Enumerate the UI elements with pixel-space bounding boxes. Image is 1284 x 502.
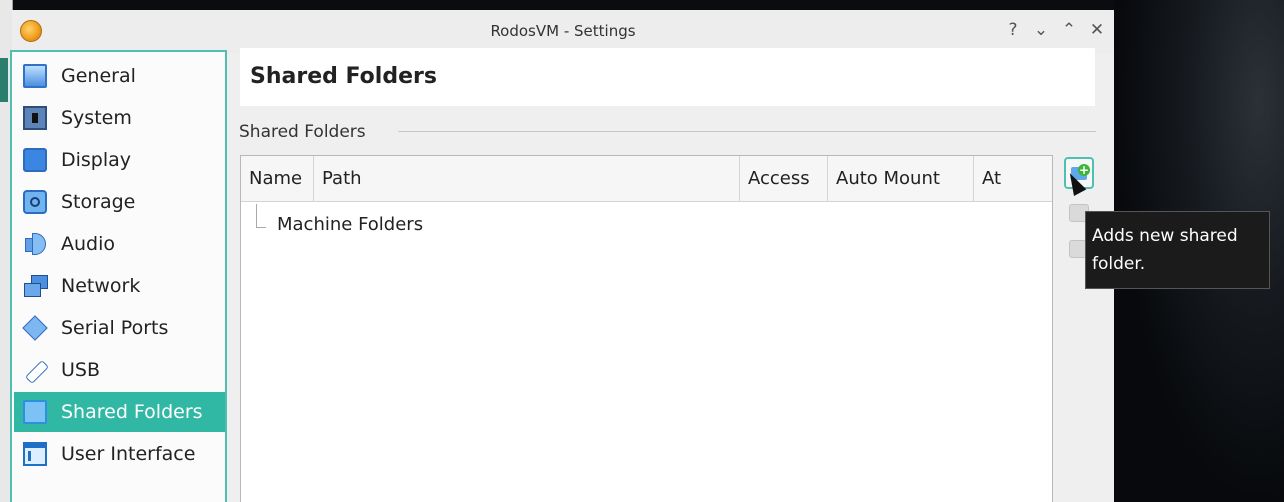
storage-icon bbox=[23, 190, 47, 214]
tooltip-line: Adds new shared bbox=[1092, 226, 1238, 246]
sidebar-item-label: System bbox=[61, 107, 132, 129]
serial-ports-icon bbox=[23, 316, 47, 340]
user-interface-icon bbox=[23, 442, 47, 466]
shared-folders-table[interactable]: Name Path Access Auto Mount At Machine F… bbox=[240, 155, 1053, 502]
display-icon bbox=[23, 148, 47, 172]
page-title: Shared Folders bbox=[250, 64, 437, 89]
settings-sidebar: General System Display Storage Audio Net… bbox=[10, 50, 227, 502]
sidebar-item-user-interface[interactable]: User Interface bbox=[14, 434, 225, 474]
sidebar-item-label: Network bbox=[61, 275, 141, 297]
sidebar-item-label: Shared Folders bbox=[61, 401, 203, 423]
sidebar-item-label: Storage bbox=[61, 191, 136, 213]
window-controls: ? ⌄ ⌃ ✕ bbox=[1004, 20, 1106, 40]
sidebar-item-serial-ports[interactable]: Serial Ports bbox=[14, 308, 225, 348]
column-header-access[interactable]: Access bbox=[740, 156, 828, 201]
page-header: Shared Folders bbox=[240, 48, 1095, 106]
group-box-divider bbox=[398, 131, 1096, 132]
general-icon bbox=[23, 64, 47, 88]
column-header-at[interactable]: At bbox=[974, 156, 1052, 201]
system-icon bbox=[23, 106, 47, 130]
sidebar-item-audio[interactable]: Audio bbox=[14, 224, 225, 264]
network-icon bbox=[23, 274, 48, 298]
column-header-path[interactable]: Path bbox=[314, 156, 740, 201]
sidebar-item-label: USB bbox=[61, 359, 101, 381]
tooltip: Adds new shared folder. bbox=[1085, 211, 1270, 289]
sidebar-item-storage[interactable]: Storage bbox=[14, 182, 225, 222]
sidebar-item-label: User Interface bbox=[61, 443, 196, 465]
background-window-accent bbox=[0, 58, 8, 102]
group-box-label: Shared Folders bbox=[239, 122, 366, 142]
plus-icon: + bbox=[1078, 163, 1090, 177]
close-button[interactable]: ✕ bbox=[1088, 20, 1106, 40]
column-header-name[interactable]: Name bbox=[241, 156, 314, 201]
sidebar-item-general[interactable]: General bbox=[14, 56, 225, 96]
column-header-auto-mount[interactable]: Auto Mount bbox=[828, 156, 974, 201]
tree-branch-line bbox=[256, 227, 266, 228]
sidebar-item-label: Serial Ports bbox=[61, 317, 169, 339]
sidebar-item-label: Audio bbox=[61, 233, 116, 255]
tree-branch-line bbox=[256, 204, 257, 228]
minimize-button[interactable]: ⌄ bbox=[1032, 20, 1050, 40]
help-button[interactable]: ? bbox=[1004, 20, 1022, 40]
audio-icon bbox=[23, 232, 47, 256]
sidebar-item-shared-folders[interactable]: Shared Folders bbox=[14, 392, 225, 432]
maximize-button[interactable]: ⌃ bbox=[1060, 20, 1078, 40]
sidebar-item-system[interactable]: System bbox=[14, 98, 225, 138]
shared-folders-icon bbox=[23, 400, 47, 424]
usb-icon bbox=[23, 358, 47, 382]
tree-item-machine-folders[interactable]: Machine Folders bbox=[277, 214, 423, 235]
sidebar-item-label: General bbox=[61, 65, 136, 87]
sidebar-item-display[interactable]: Display bbox=[14, 140, 225, 180]
tooltip-line: folder. bbox=[1092, 254, 1146, 274]
window-title: RodosVM - Settings bbox=[490, 22, 636, 40]
sidebar-item-usb[interactable]: USB bbox=[14, 350, 225, 390]
sidebar-item-network[interactable]: Network bbox=[14, 266, 225, 306]
table-header: Name Path Access Auto Mount At bbox=[241, 156, 1052, 202]
sidebar-item-label: Display bbox=[61, 149, 132, 171]
